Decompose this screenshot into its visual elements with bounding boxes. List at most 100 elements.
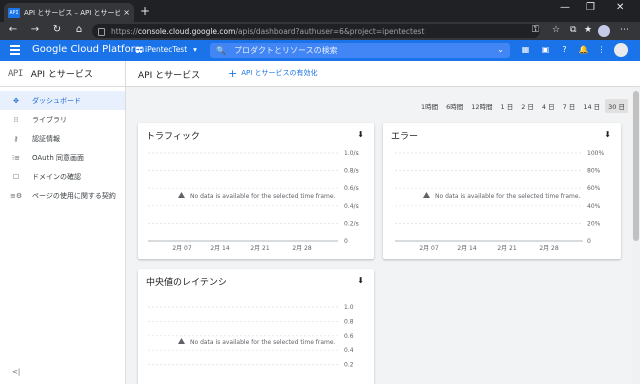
gcp-title[interactable]: Google Cloud Platform <box>32 44 144 55</box>
time-range-3[interactable]: 1 日 <box>498 99 517 113</box>
account-avatar[interactable] <box>614 43 628 57</box>
sidebar-header: API API とサービス <box>0 61 125 87</box>
latency-chart: 0.2 0.4 0.6 0.8 1.0 No data is available for … <box>148 304 354 369</box>
x-tick-label: 2月 07 <box>172 245 192 252</box>
sidebar-item-credentials[interactable]: ⚷ 認証情報 <box>0 129 125 148</box>
collapse-sidebar-icon[interactable]: <| <box>12 368 20 376</box>
traffic-chart: 0 0.2/s 0.4/s 0.6/s 0.8/s 1.0/s 2月 07 2月 14 2月 2… <box>148 150 359 252</box>
more-options-icon[interactable]: ⋮ <box>596 45 607 54</box>
reload-button[interactable]: ↻ <box>50 24 64 35</box>
time-range-1[interactable]: 6時間 <box>443 99 466 113</box>
browser-tab-bar: API API とサービス – API とサービス – iPe × + — ❐ … <box>0 0 640 22</box>
download-icon[interactable]: ⬇ <box>357 130 364 139</box>
errors-card: エラー ⬇ 0 20% 40% 60% 80% 100% 2月 07 2月 14 2月 21 2月… <box>383 123 621 259</box>
scrollbar[interactable] <box>632 87 640 384</box>
minimize-button[interactable]: — <box>560 2 570 13</box>
search-input[interactable]: 🔍 プロダクトとリソースの検索 ⌄ <box>210 43 510 58</box>
traffic-card: トラフィック ⬇ 0 0.2/s 0.4/s 0.6/s 0.8/s 1.0/s 2月 07… <box>138 123 374 259</box>
x-tick-label: 2月 28 <box>539 245 559 252</box>
x-tick-label: 2月 28 <box>292 245 312 252</box>
maximize-button[interactable]: ❐ <box>586 2 595 13</box>
search-expand-icon[interactable]: ⌄ <box>497 45 504 54</box>
notifications-icon[interactable]: 🔔 <box>578 45 589 54</box>
sidebar: API API とサービス ✥ ダッシュボード ⁞⁞ ライブラリ ⚷ 認証情報 … <box>0 61 126 384</box>
settings-list-icon: ≡⚙ <box>10 191 23 200</box>
time-range-0[interactable]: 1時間 <box>418 99 441 113</box>
gift-icon[interactable]: ▦ <box>520 45 531 54</box>
download-icon[interactable]: ⬇ <box>604 130 611 139</box>
x-tick-label: 2月 21 <box>497 245 517 252</box>
chevron-down-icon: ▾ <box>193 45 197 54</box>
time-range-5[interactable]: 4 日 <box>539 99 558 113</box>
help-icon[interactable]: ? <box>559 45 570 54</box>
sidebar-item-label: ダッシュボード <box>32 96 81 105</box>
sidebar-item-label: OAuth 同意画面 <box>32 153 85 162</box>
collections-icon[interactable]: ⧉ <box>570 25 576 35</box>
dashboard-icon: ✥ <box>13 96 19 105</box>
key-icon[interactable]: ⚿ <box>532 25 539 35</box>
x-tick-label: 2月 07 <box>419 245 439 252</box>
y-tick-label: 20% <box>587 220 601 227</box>
search-icon: 🔍 <box>216 46 226 55</box>
sidebar-item-page-usage-agreements[interactable]: ≡⚙ ページの使用に関する契約 <box>0 186 125 205</box>
close-tab-icon[interactable]: × <box>123 8 130 17</box>
sidebar-title: API とサービス <box>30 70 93 80</box>
y-tick-label: 40% <box>587 203 601 210</box>
chart-title: トラフィック <box>146 132 200 142</box>
time-range-6[interactable]: 7 日 <box>560 99 579 113</box>
x-tick-label: 2月 14 <box>210 245 230 252</box>
project-selector[interactable]: iPentecTest ▾ <box>136 45 197 54</box>
y-tick-label: 0.2/s <box>344 220 359 227</box>
y-tick-label: 0.8 <box>344 318 354 325</box>
enable-apis-label: API とサービスの有効化 <box>241 69 318 77</box>
y-tick-label: 0.6/s <box>344 185 359 192</box>
no-data-message: No data is available for the selected ti… <box>190 339 336 346</box>
time-range-8[interactable]: 30 日 <box>605 99 628 113</box>
sidebar-item-oauth-consent[interactable]: ⁝≡ OAuth 同意画面 <box>0 148 125 167</box>
download-icon[interactable]: ⬇ <box>357 276 364 285</box>
sidebar-item-domain-verification[interactable]: ☐ ドメインの確認 <box>0 167 125 186</box>
no-data-message: No data is available for the selected ti… <box>190 193 336 200</box>
x-tick-label: 2月 21 <box>250 245 270 252</box>
address-bar[interactable]: https://console.cloud.google.com/apis/da… <box>92 24 540 38</box>
x-tick-label: 2月 14 <box>457 245 477 252</box>
y-tick-label: 0.4 <box>344 347 354 354</box>
time-range-2[interactable]: 12時間 <box>468 99 495 113</box>
sidebar-item-dashboard[interactable]: ✥ ダッシュボード <box>0 91 125 110</box>
sidebar-item-library[interactable]: ⁞⁞ ライブラリ <box>0 110 125 129</box>
enable-apis-button[interactable]: + API とサービスの有効化 <box>228 66 318 80</box>
warning-icon <box>423 192 430 198</box>
y-tick-label: 60% <box>587 185 601 192</box>
favorites-icon[interactable]: ★ <box>584 25 592 35</box>
hamburger-menu-icon[interactable] <box>10 45 20 55</box>
y-tick-label: 0 <box>587 238 591 245</box>
api-favicon-icon: API <box>8 7 20 18</box>
y-tick-label: 1.0 <box>344 304 354 311</box>
cloud-shell-icon[interactable]: ▣ <box>540 45 551 54</box>
tab-title: API とサービス – API とサービス – iPe <box>24 8 121 17</box>
scrollbar-thumb[interactable] <box>633 91 639 241</box>
back-button[interactable]: ← <box>6 24 20 35</box>
time-range-4[interactable]: 2 日 <box>518 99 537 113</box>
y-tick-label: 80% <box>587 168 601 175</box>
key-icon: ⚷ <box>13 134 19 143</box>
new-tab-button[interactable]: + <box>140 3 150 19</box>
close-window-button[interactable]: ✕ <box>616 2 624 13</box>
browser-menu-icon[interactable]: ⋯ <box>620 25 629 35</box>
favorites-star-icon[interactable]: ☆ <box>552 25 560 35</box>
chart-title: エラー <box>391 132 419 142</box>
plus-icon: + <box>228 66 238 80</box>
time-range-selector: 1時間 6時間 12時間 1 日2 日4 日7 日 14 日 30 日 <box>416 99 628 113</box>
profile-avatar[interactable] <box>598 25 610 37</box>
main-content: API とサービス + API とサービスの有効化 1時間 6時間 12時間 1 日2… <box>126 61 640 384</box>
lock-icon <box>98 28 105 36</box>
time-range-7[interactable]: 14 日 <box>580 99 603 113</box>
home-button[interactable]: ⌂ <box>72 24 86 35</box>
y-tick-label: 0.8/s <box>344 168 359 175</box>
errors-chart: 0 20% 40% 60% 80% 100% 2月 07 2月 14 2月 21 2月 28 No … <box>395 150 604 252</box>
latency-card: 中央値のレイテンシ ⬇ 0.2 0.4 0.6 0.8 1.0 No data is av… <box>138 269 374 384</box>
forward-button[interactable]: → <box>28 24 42 35</box>
sidebar-item-label: 認証情報 <box>32 134 60 143</box>
page-header: API とサービス + API とサービスの有効化 <box>126 61 640 87</box>
browser-tab[interactable]: API API とサービス – API とサービス – iPe × <box>4 3 134 22</box>
